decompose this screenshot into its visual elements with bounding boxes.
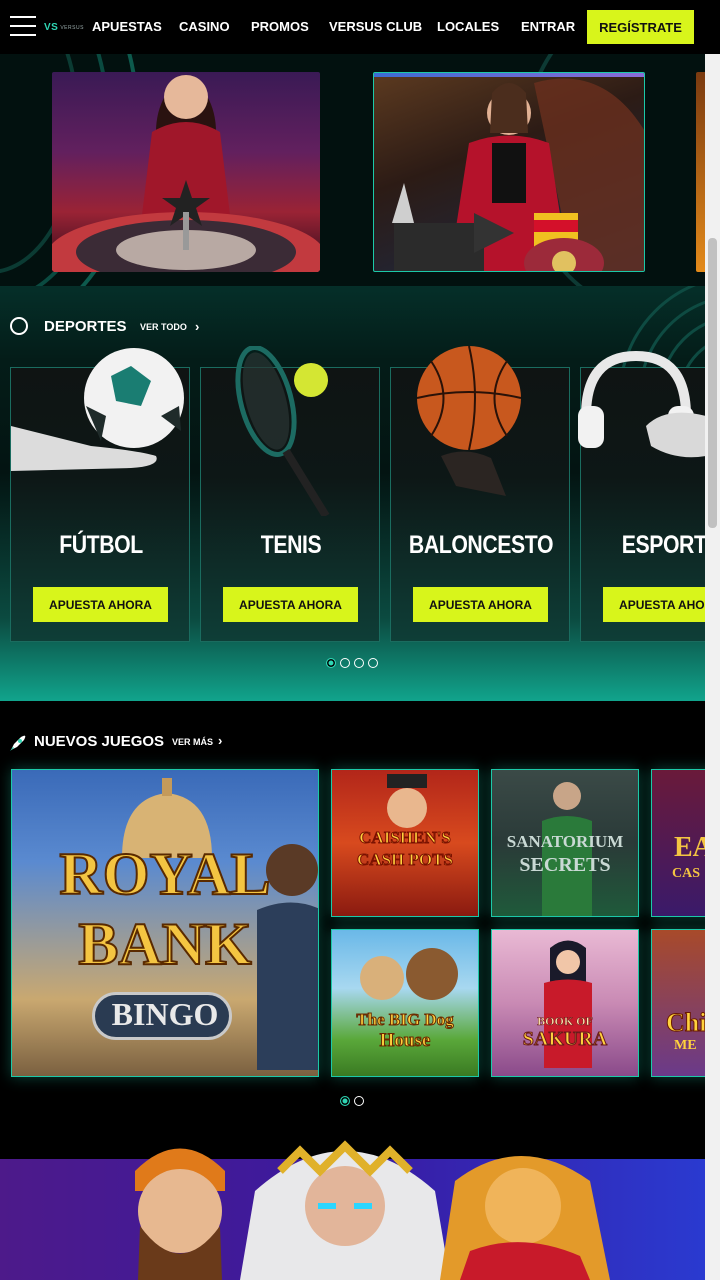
pagination-dot[interactable] (340, 658, 350, 668)
game-title-line: ROYAL (58, 840, 271, 908)
character-icon (387, 774, 427, 828)
sport-card-basketball[interactable]: BALONCESTO APUESTA AHORA (390, 346, 570, 642)
register-button[interactable]: REGÍSTRATE (587, 10, 694, 44)
game-title-line: House (379, 1030, 431, 1052)
live-chess-roulette-card[interactable] (373, 72, 645, 272)
game-tile-caishens-cash-pots[interactable]: CAISHEN'S CASH POTS (331, 769, 479, 917)
game-tile-book-of-sakura[interactable]: BOOK OF SAKURA (491, 929, 639, 1077)
sport-card-tennis[interactable]: TENIS APUESTA AHORA (200, 346, 380, 642)
chevron-right-icon[interactable]: › (218, 733, 222, 748)
sports-section: DEPORTES VER TODO › FÚTBOL APUESTA AHORA… (0, 286, 705, 701)
promo-characters-image (135, 1140, 610, 1280)
pagination-dot-active[interactable] (326, 658, 336, 668)
pagination-dot[interactable] (354, 1096, 364, 1106)
new-games-section: NUEVOS JUEGOS VER MÁS › ROYAL BANK BINGO… (0, 701, 705, 1131)
sports-pagination (326, 658, 378, 668)
nav-link-casino[interactable]: CASINO (179, 19, 230, 34)
game-title-line: SAKURA (522, 1028, 608, 1051)
game-title-line: BINGO (111, 996, 219, 1032)
nav-link-apuestas[interactable]: APUESTAS (92, 19, 162, 34)
game-title-line: CAS (672, 866, 701, 881)
nav-link-locales[interactable]: LOCALES (437, 19, 499, 34)
game-title-line: EA (674, 832, 705, 863)
pagination-dot[interactable] (368, 658, 378, 668)
sport-card-esports[interactable]: ESPORTS APUESTA AHORA (578, 350, 705, 642)
game-title-line: CASH POTS (357, 850, 454, 870)
sports-title: DEPORTES (44, 318, 127, 335)
sport-card-football[interactable]: FÚTBOL APUESTA AHORA (10, 348, 190, 642)
dealer-image (392, 78, 644, 271)
game-title-line: BOOK OF (537, 1014, 593, 1029)
login-link[interactable]: ENTRAR (521, 19, 575, 34)
bet-now-button[interactable]: APUESTA AHORA (33, 587, 168, 622)
game-tile-the-big-dog-house[interactable]: The BIG Dog House (331, 929, 479, 1077)
sports-see-all-link[interactable]: VER TODO (140, 322, 187, 332)
nav-link-promos[interactable]: PROMOS (251, 19, 309, 34)
game-tile-partial-1[interactable]: EA CAS (651, 769, 705, 917)
hero-carousel (0, 54, 705, 286)
game-title-line: The BIG Dog (356, 1010, 454, 1030)
game-tile-royal-bank-bingo[interactable]: ROYAL BANK BINGO (11, 769, 319, 1077)
scrollbar-thumb[interactable] (708, 238, 717, 528)
sport-label: ESPORTS (621, 531, 705, 559)
game-tile-partial-2[interactable]: Chi ME (651, 929, 705, 1077)
chevron-right-icon[interactable]: › (195, 319, 199, 334)
logo[interactable]: VS VERSUS (44, 22, 84, 33)
sports-ball-icon (10, 317, 28, 335)
sport-label: FÚTBOL (59, 531, 143, 559)
next-hero-card[interactable] (696, 72, 705, 272)
roulette-dealer-image (52, 75, 320, 272)
game-tile-sanatorium-secrets[interactable]: SANATORIUM SECRETS (491, 769, 639, 917)
pagination-dot[interactable] (354, 658, 364, 668)
games-pagination (340, 1096, 364, 1106)
game-title-line: ME (674, 1038, 697, 1053)
game-title-line: CAISHEN'S (359, 828, 452, 848)
game-title-line: BANK (77, 910, 252, 978)
nav-link-versus-club[interactable]: VERSUS CLUB (329, 19, 422, 34)
menu-icon[interactable] (10, 16, 36, 38)
tennis-racket-icon (235, 346, 330, 516)
game-title-line: SANATORIUM (506, 832, 624, 851)
bet-now-button[interactable]: APUESTA AHORA (223, 587, 358, 622)
game-title-line: Chi (666, 1008, 706, 1038)
sport-label: TENIS (260, 531, 322, 559)
new-games-title: NUEVOS JUEGOS (34, 733, 165, 750)
live-roulette-card[interactable] (52, 72, 320, 272)
game-title-line: SECRETS (519, 854, 611, 876)
basketball-icon (416, 346, 522, 496)
bet-now-button[interactable]: APUESTA AHORA (413, 587, 548, 622)
pagination-dot-active[interactable] (340, 1096, 350, 1106)
bet-now-button[interactable]: APUESTA AHORA (603, 587, 705, 622)
dog-icon (360, 948, 458, 1000)
card-top-bar (374, 73, 644, 77)
football-icon (11, 348, 184, 471)
rocket-icon (10, 735, 26, 751)
headset-icon (578, 350, 705, 458)
new-games-see-more-link[interactable]: VER MÁS (172, 737, 213, 747)
sport-label: BALONCESTO (408, 531, 554, 559)
top-navbar: VS VERSUS APUESTAS CASINO PROMOS VERSUS C… (0, 0, 720, 54)
promo-banner[interactable] (0, 1131, 705, 1280)
